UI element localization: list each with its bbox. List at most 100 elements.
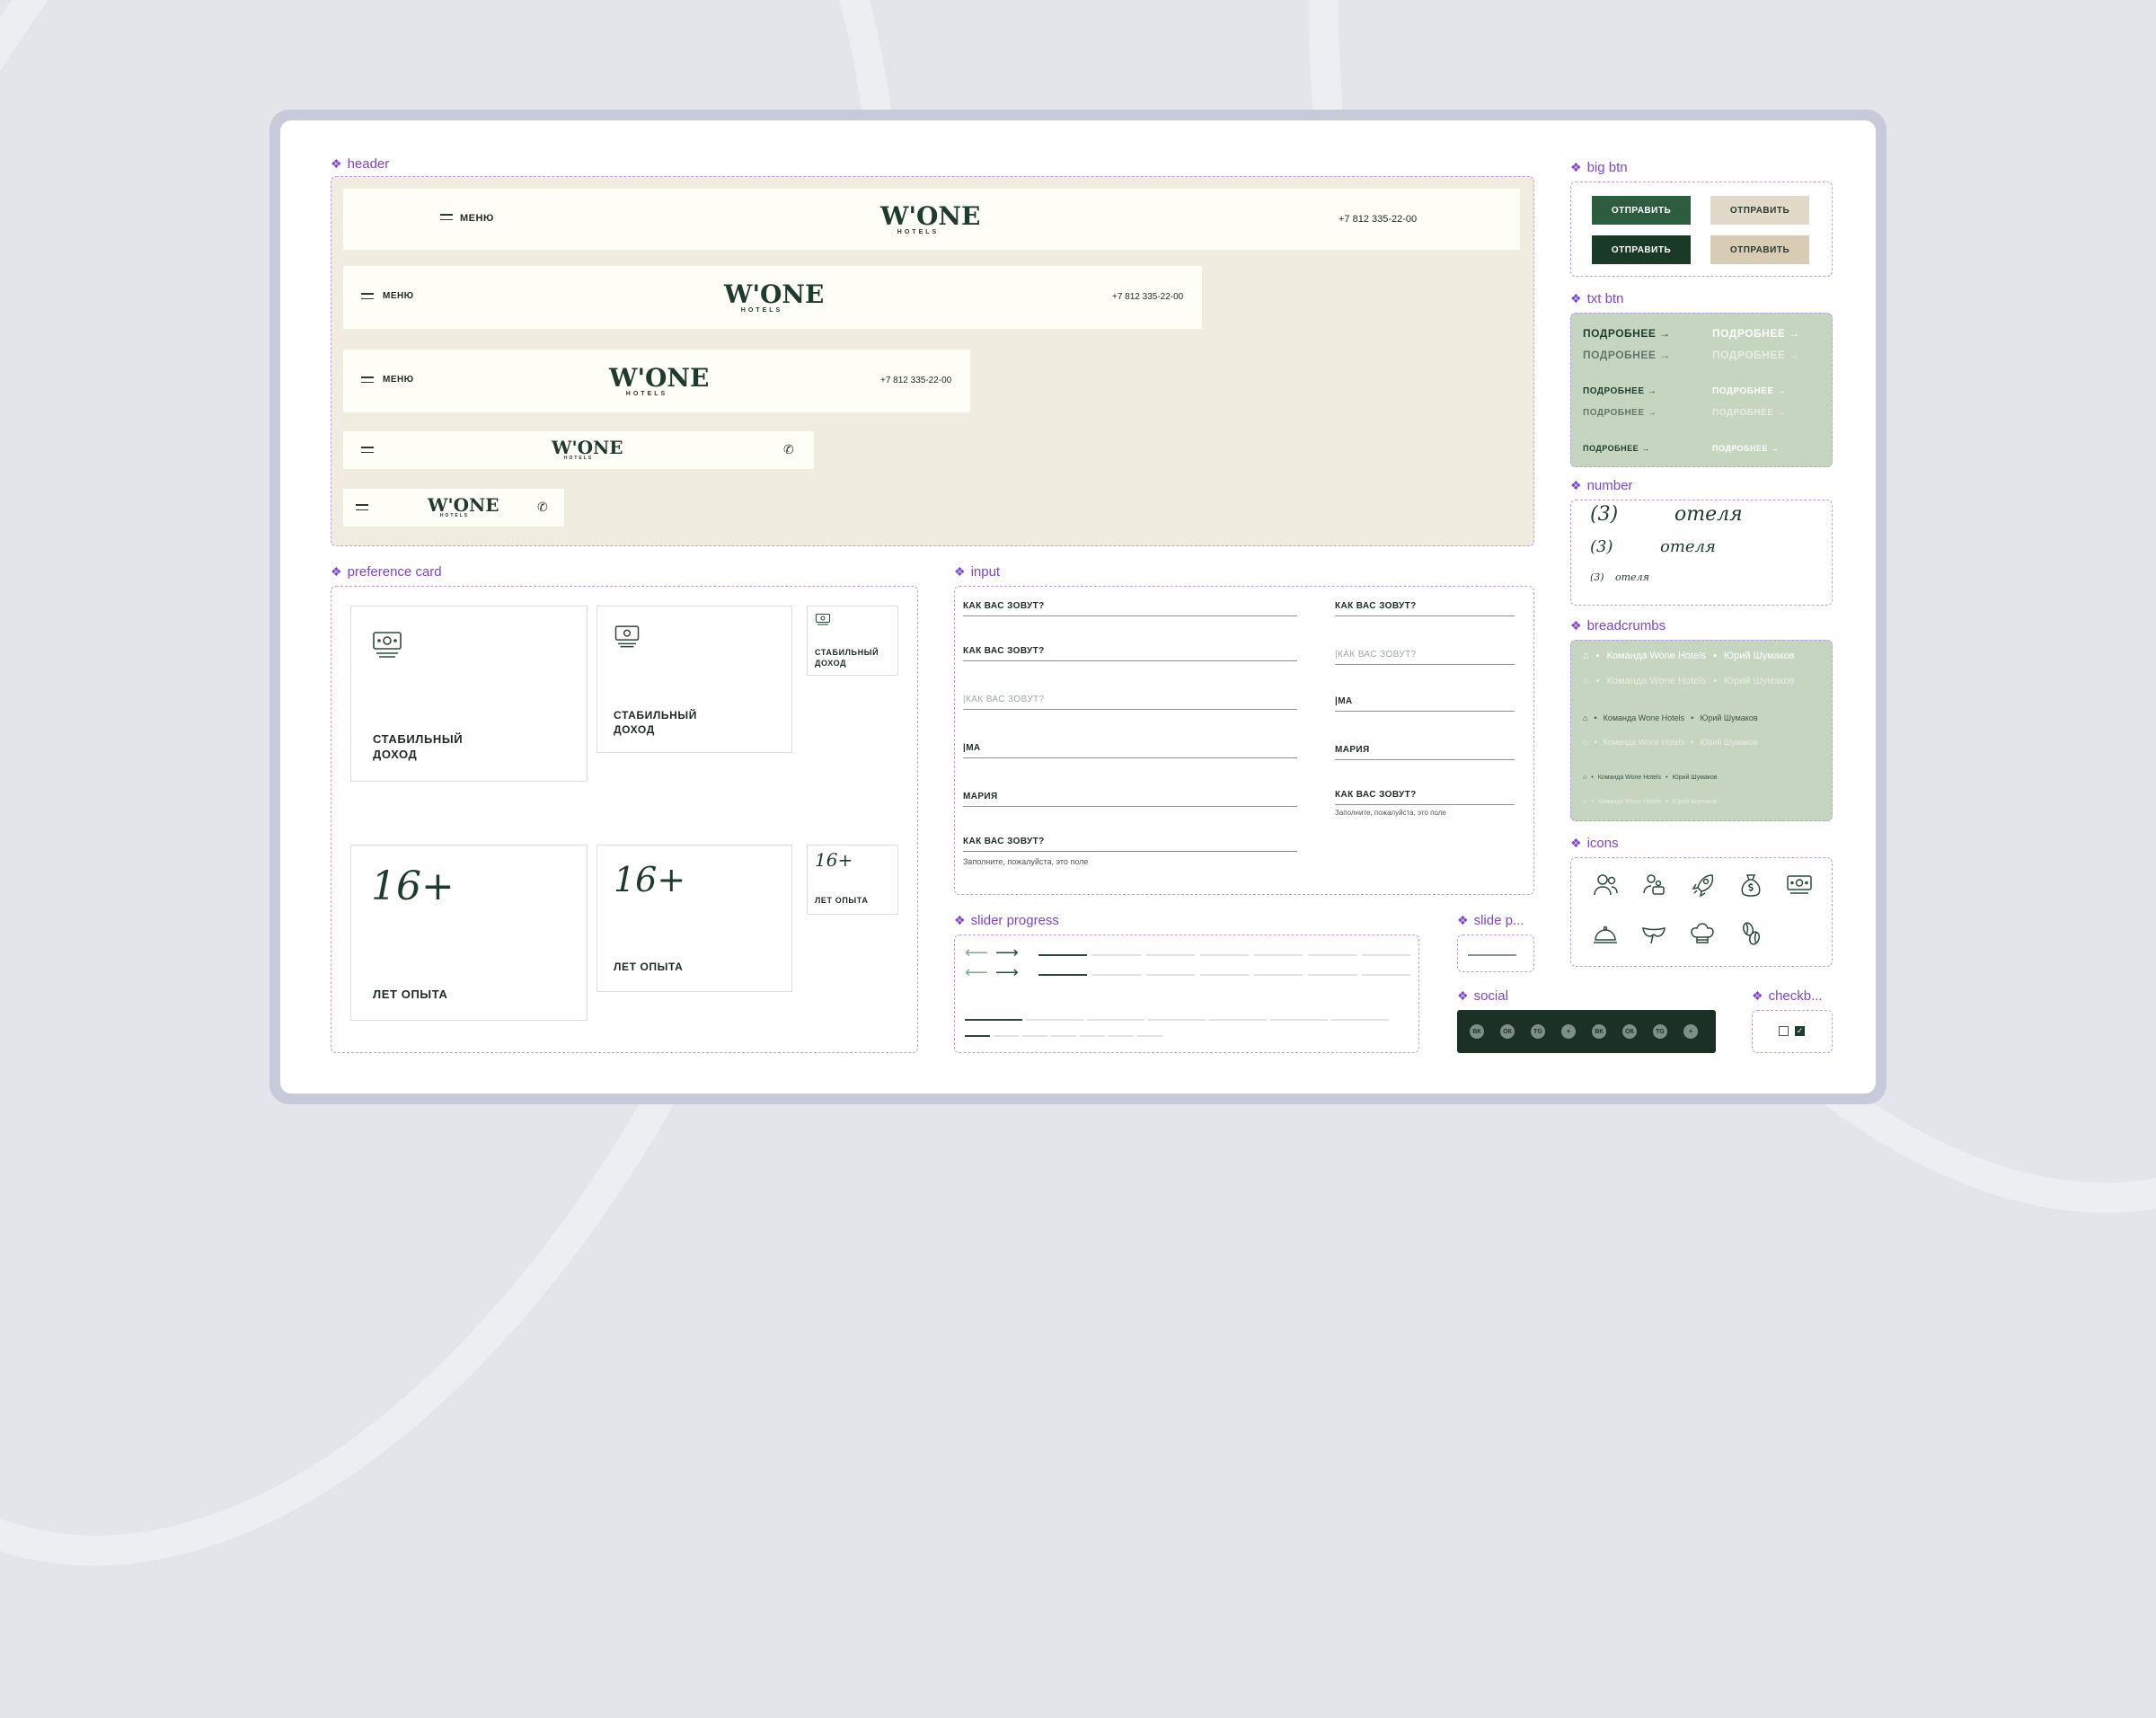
phone-icon[interactable]: ✆ xyxy=(537,500,548,515)
section-label-number: ❖ number xyxy=(1570,478,1633,493)
income-card-lg: СТАБИЛЬНЫЙ ДОХОД xyxy=(350,606,588,782)
mask-icon xyxy=(1642,926,1666,944)
vk-icon[interactable]: ВК xyxy=(1470,1024,1484,1039)
phone-icon[interactable]: ✆ xyxy=(783,442,794,457)
more-link[interactable]: ПОДРОБНЕЕ → xyxy=(1583,327,1671,340)
menu-label[interactable]: МЕНЮ xyxy=(383,291,414,301)
hamburger-icon[interactable] xyxy=(361,376,374,384)
section-label-slider-progress: ❖ slider progress xyxy=(954,913,1059,928)
submit-button[interactable]: ОТПРАВИТЬ xyxy=(1592,235,1691,264)
submit-button[interactable]: ОТПРАВИТЬ xyxy=(1592,196,1691,225)
component-icon: ❖ xyxy=(1457,913,1469,927)
name-field-error[interactable]: КАК ВАС ЗОВУТ? xyxy=(963,832,1297,852)
hamburger-icon[interactable] xyxy=(361,293,374,300)
home-icon[interactable]: ⌂ xyxy=(1583,799,1586,805)
submit-button[interactable]: ОТПРАВИТЬ xyxy=(1710,196,1809,225)
card-title: ЛЕТ ОПЫТА xyxy=(614,961,684,973)
name-field-focused[interactable]: |КАК ВАС ЗОВУТ? xyxy=(963,690,1297,710)
years-value: 16+ xyxy=(614,860,686,899)
logo: W'ONE HOTELS xyxy=(552,437,623,461)
logo: W'ONE HOTELS xyxy=(724,279,825,314)
name-field-sm[interactable]: КАК ВАС ЗОВУТ? xyxy=(1335,597,1515,616)
logo: W'ONE HOTELS xyxy=(609,363,710,398)
income-card-md: СТАБИЛЬНЫЙ ДОХОД xyxy=(596,606,792,753)
section-label-big-btn: ❖ big btn xyxy=(1570,160,1628,175)
progress-segment xyxy=(1254,974,1303,976)
breadcrumb: ⌂ • Команда Wone Hotels • Юрий Шумаков xyxy=(1583,775,1718,781)
error-hint: Заполните, пожалуйста, это поле xyxy=(1335,809,1446,817)
home-icon[interactable]: ⌂ xyxy=(1583,738,1587,747)
progress-segment xyxy=(1092,974,1141,976)
menu-label[interactable]: МЕНЮ xyxy=(383,375,414,385)
telegram-icon[interactable]: TG xyxy=(1653,1024,1667,1039)
name-field[interactable]: КАК ВАС ЗОВУТ? xyxy=(963,642,1297,661)
name-field-sm-focused[interactable]: |КАК ВАС ЗОВУТ? xyxy=(1335,645,1515,665)
money-icon xyxy=(815,613,831,625)
section-label-slide-p: ❖ slide p... xyxy=(1457,913,1524,928)
name-field-sm-filled[interactable]: МАРИЯ xyxy=(1335,740,1515,760)
more-link[interactable]: ПОДРОБНЕЕ → xyxy=(1712,386,1786,396)
card-title: СТАБИЛЬНЫЙ ДОХОД xyxy=(614,709,697,736)
menu-label[interactable]: МЕНЮ xyxy=(460,213,494,224)
checkbox-checked[interactable]: ✓ xyxy=(1795,1026,1805,1036)
years-card-lg: 16+ ЛЕТ ОПЫТА xyxy=(350,845,588,1021)
arrow-left-icon[interactable]: ⟵ xyxy=(965,963,988,982)
name-field-sm-error[interactable]: КАК ВАС ЗОВУТ? xyxy=(1335,785,1515,805)
plus-icon[interactable]: + xyxy=(1683,1024,1698,1039)
progress-segment xyxy=(1200,954,1249,956)
arrow-left-icon[interactable]: ⟵ xyxy=(965,943,988,962)
more-link[interactable]: ПОДРОБНЕЕ → xyxy=(1583,386,1657,396)
ok-icon[interactable]: ОК xyxy=(1622,1024,1637,1039)
more-link[interactable]: ПОДРОБНЕЕ → xyxy=(1583,444,1650,453)
hamburger-icon[interactable] xyxy=(361,447,374,454)
section-label-social: ❖ social xyxy=(1457,988,1508,1004)
progress-segment xyxy=(1362,954,1410,956)
phone-number[interactable]: +7 812 335-22-00 xyxy=(1112,292,1183,302)
more-link[interactable]: ПОДРОБНЕЕ → xyxy=(1583,349,1671,361)
more-link[interactable]: ПОДРОБНЕЕ → xyxy=(1712,327,1800,340)
cash-icon xyxy=(1787,875,1812,894)
home-icon[interactable]: ⌂ xyxy=(1583,713,1587,722)
telegram-icon[interactable]: TG xyxy=(1531,1024,1545,1039)
name-field-typing[interactable]: |МА xyxy=(963,739,1297,758)
vk-icon[interactable]: ВК xyxy=(1592,1024,1606,1039)
error-hint: Заполните, пожалуйста, это поле xyxy=(963,857,1089,866)
component-icon: ❖ xyxy=(1570,160,1582,174)
progress-segment xyxy=(1308,954,1356,956)
arrow-right-icon[interactable]: ⟶ xyxy=(995,963,1019,982)
hamburger-icon[interactable] xyxy=(440,214,453,221)
income-card-sm: СТАБИЛЬНЫЙ ДОХОД xyxy=(807,606,898,676)
arrow-right-icon[interactable]: ⟶ xyxy=(995,943,1019,962)
name-field-sm-typing[interactable]: |МА xyxy=(1335,692,1515,712)
more-link[interactable]: ПОДРОБНЕЕ → xyxy=(1712,349,1800,361)
more-link[interactable]: ПОДРОБНЕЕ → xyxy=(1583,408,1657,418)
more-link[interactable]: ПОДРОБНЕЕ → xyxy=(1712,408,1786,418)
section-label-header: ❖ header xyxy=(331,156,390,172)
ok-icon[interactable]: ОК xyxy=(1500,1024,1515,1039)
progress-segment xyxy=(1200,974,1249,976)
section-label-txt-btn: ❖ txt btn xyxy=(1570,291,1624,306)
phone-number[interactable]: +7 812 335-22-00 xyxy=(1339,214,1417,225)
home-icon[interactable]: ⌂ xyxy=(1583,651,1589,661)
home-icon[interactable]: ⌂ xyxy=(1583,775,1586,781)
progress-segment xyxy=(1209,1019,1267,1021)
name-field[interactable]: КАК ВАС ЗОВУТ? xyxy=(963,597,1297,616)
phone-number[interactable]: +7 812 335-22-00 xyxy=(880,376,951,385)
hamburger-icon[interactable] xyxy=(356,504,368,511)
cloche-icon xyxy=(1594,925,1617,943)
header-lg: МЕНЮ W'ONE HOTELS +7 812 335-22-00 xyxy=(343,266,1202,329)
plus-icon[interactable]: + xyxy=(1561,1024,1576,1039)
number-word: отеля xyxy=(1660,537,1716,556)
users-icon xyxy=(1594,874,1618,896)
component-icon: ❖ xyxy=(954,564,966,579)
money-bag-icon xyxy=(1741,874,1761,897)
progress-segment xyxy=(1331,1019,1389,1021)
number-value: (3) xyxy=(1590,537,1613,556)
checkbox-unchecked[interactable] xyxy=(1779,1026,1789,1036)
home-icon[interactable]: ⌂ xyxy=(1583,676,1589,686)
submit-button[interactable]: ОТПРАВИТЬ xyxy=(1710,235,1809,264)
name-field-filled[interactable]: МАРИЯ xyxy=(963,787,1297,807)
more-link[interactable]: ПОДРОБНЕЕ → xyxy=(1712,444,1780,453)
progress-segment xyxy=(994,1035,1019,1037)
number-value: (3) xyxy=(1590,503,1619,526)
